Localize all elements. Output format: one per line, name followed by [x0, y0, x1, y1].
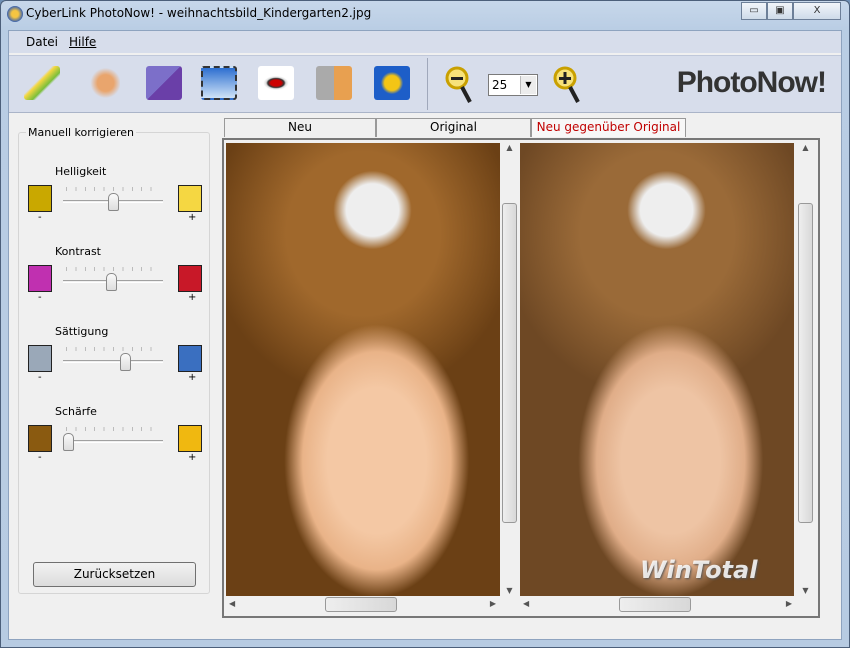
plus-label: +: [188, 372, 197, 383]
vertical-scrollbar-left[interactable]: ▲ ▼: [501, 143, 518, 597]
tab-original[interactable]: Original: [376, 118, 531, 137]
menu-datei[interactable]: Datei: [26, 35, 58, 49]
menu-bar: [9, 31, 841, 53]
watermark: WinTotal: [640, 556, 758, 584]
increase-preview-icon: [178, 425, 202, 452]
toolbar-separator: [427, 58, 428, 110]
slider-knob[interactable]: [63, 433, 74, 451]
slider-label: Helligkeit: [55, 165, 107, 178]
tab-compare[interactable]: Neu gegenüber Original: [531, 118, 686, 137]
slider-track[interactable]: [63, 440, 163, 443]
minus-label: -: [38, 212, 42, 223]
slider-ticks: [66, 347, 160, 351]
slider-label: Schärfe: [55, 405, 97, 418]
plus-label: +: [188, 452, 197, 463]
slider-label: Sättigung: [55, 325, 109, 338]
slider-ticks: [66, 187, 160, 191]
decrease-preview-icon: [28, 425, 52, 452]
zoom-in-icon[interactable]: [551, 66, 581, 104]
close-button[interactable]: X: [793, 2, 841, 20]
manual-fix-icon[interactable]: [84, 66, 120, 100]
slider-track[interactable]: [63, 360, 163, 363]
zoom-out-icon[interactable]: [443, 66, 473, 104]
minus-label: -: [38, 452, 42, 463]
crop-icon[interactable]: [201, 66, 237, 100]
export-icon[interactable]: [374, 66, 410, 100]
scroll-thumb[interactable]: [325, 597, 397, 612]
slider-knob[interactable]: [119, 353, 131, 371]
slider-ticks: [66, 427, 160, 431]
zoom-value: 25: [492, 78, 508, 92]
face-icon[interactable]: [316, 66, 352, 100]
scroll-thumb[interactable]: [619, 597, 691, 612]
slider-knob[interactable]: [107, 193, 119, 211]
increase-preview-icon: [178, 185, 202, 212]
rotate-icon[interactable]: [146, 66, 182, 100]
plus-label: +: [188, 292, 197, 303]
vertical-scrollbar-right[interactable]: ▲ ▼: [797, 143, 814, 597]
chevron-down-icon[interactable]: ▼: [520, 76, 536, 94]
menu-hilfe[interactable]: Hilfe: [69, 35, 96, 49]
plus-label: +: [188, 212, 197, 223]
decrease-preview-icon: [28, 265, 52, 292]
minimize-button[interactable]: ▭: [741, 2, 767, 20]
minus-label: -: [38, 372, 42, 383]
horizontal-scrollbar-right[interactable]: ◀ ▶: [520, 596, 796, 613]
slider-knob[interactable]: [105, 273, 117, 291]
zoom-select[interactable]: 25 ▼: [488, 74, 538, 96]
slider-ticks: [66, 267, 160, 271]
app-icon: [7, 6, 23, 22]
increase-preview-icon: [178, 345, 202, 372]
tab-neu[interactable]: Neu: [224, 118, 376, 137]
reset-button[interactable]: Zurücksetzen: [33, 562, 196, 587]
slider-label: Kontrast: [55, 245, 101, 258]
snowflake-decoration: [619, 165, 714, 255]
scroll-thumb[interactable]: [798, 203, 813, 523]
minus-label: -: [38, 292, 42, 303]
increase-preview-icon: [178, 265, 202, 292]
snowflake-decoration: [325, 165, 420, 255]
scroll-thumb[interactable]: [502, 203, 517, 523]
horizontal-scrollbar-left[interactable]: ◀ ▶: [226, 596, 500, 613]
red-eye-icon[interactable]: [258, 66, 294, 100]
window-title: CyberLink PhotoNow! - weihnachtsbild_Kin…: [26, 6, 372, 20]
decrease-preview-icon: [28, 185, 52, 212]
decrease-preview-icon: [28, 345, 52, 372]
brand-logo: PhotoNow!: [676, 66, 827, 99]
auto-fix-icon[interactable]: [24, 66, 60, 100]
group-title: Manuell korrigieren: [26, 126, 136, 139]
maximize-button[interactable]: ▣: [767, 2, 793, 20]
